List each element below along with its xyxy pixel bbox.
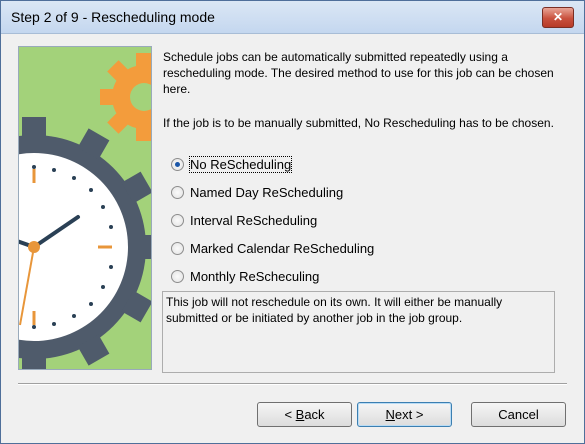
option-label: No ReScheduling (188, 155, 293, 173)
window-title: Step 2 of 9 - Rescheduling mode (11, 9, 215, 25)
intro-paragraph-2: If the job is to be manually submitted, … (163, 116, 554, 130)
next-label-rest: ext > (394, 407, 424, 422)
intro-paragraph-1: Schedule jobs can be automatically submi… (163, 50, 554, 96)
button-separator (18, 383, 567, 385)
radio-button[interactable] (171, 185, 184, 199)
option-named-day-rescheduling[interactable]: Named Day ReScheduling (171, 183, 343, 201)
option-label: Monthly ReScheculing (190, 268, 320, 284)
next-mnemonic: N (385, 407, 395, 422)
close-button[interactable]: ✕ (542, 7, 574, 28)
radio-button[interactable] (171, 269, 184, 283)
radio-button[interactable] (171, 241, 184, 255)
wizard-client-area: Schedule jobs can be automatically submi… (1, 34, 584, 443)
radio-button[interactable] (171, 213, 184, 227)
option-label: Interval ReScheduling (190, 212, 318, 228)
option-no-rescheduling[interactable]: No ReScheduling (171, 155, 293, 173)
option-monthly-rescheduling[interactable]: Monthly ReScheculing (171, 267, 319, 285)
radio-button-checked[interactable] (171, 157, 184, 171)
clock-gear-illustration (18, 46, 152, 370)
wizard-window: Step 2 of 9 - Rescheduling mode ✕ Schedu… (0, 0, 585, 444)
back-button[interactable]: < Back (257, 402, 352, 427)
title-bar[interactable]: Step 2 of 9 - Rescheduling mode ✕ (1, 1, 584, 34)
next-button[interactable]: Next > (357, 402, 452, 427)
clock-gear-icon (19, 47, 151, 369)
option-interval-rescheduling[interactable]: Interval ReScheduling (171, 211, 317, 229)
option-marked-calendar-rescheduling[interactable]: Marked Calendar ReScheduling (171, 239, 374, 257)
option-description-box: This job will not reschedule on its own.… (162, 291, 555, 373)
back-prefix: < (284, 407, 296, 422)
close-icon: ✕ (552, 10, 564, 24)
option-label: Marked Calendar ReScheduling (190, 240, 375, 256)
cancel-button[interactable]: Cancel (471, 402, 566, 427)
back-label-rest: ack (304, 407, 325, 422)
option-label: Named Day ReScheduling (190, 184, 344, 200)
